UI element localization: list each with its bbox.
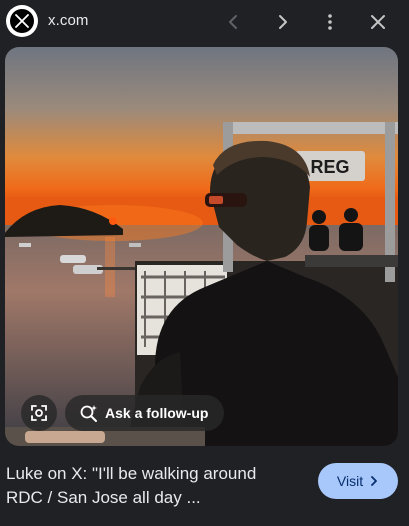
ask-followup-button[interactable]: Ask a follow-up	[65, 395, 225, 431]
ask-followup-label: Ask a follow-up	[105, 405, 209, 421]
result-title-line-2: RDC / San Jose all day ...	[6, 488, 201, 507]
lens-icon	[31, 405, 47, 421]
site-domain[interactable]: x.com	[48, 12, 89, 29]
more-vert-icon[interactable]	[316, 8, 344, 36]
result-title-line-1: Luke on X: "I'll be walking around	[6, 464, 257, 483]
sunset-photo: REG	[5, 47, 398, 446]
close-icon[interactable]	[364, 8, 392, 36]
sign-text: REG	[310, 157, 349, 177]
chevron-right-icon	[371, 476, 377, 486]
result-title[interactable]: Luke on X: "I'll be walking around RDC /…	[6, 462, 306, 510]
x-logo-icon[interactable]	[6, 5, 38, 37]
visit-label: Visit	[336, 473, 364, 489]
lens-button[interactable]	[21, 395, 57, 431]
chevron-right-icon[interactable]	[268, 8, 296, 36]
result-image[interactable]: REG Ask a follow-up	[5, 47, 398, 446]
chevron-left-icon[interactable]	[220, 8, 248, 36]
visit-button[interactable]: Visit	[318, 463, 398, 499]
search-spark-icon	[80, 405, 97, 422]
top-bar: x.com	[0, 0, 409, 44]
